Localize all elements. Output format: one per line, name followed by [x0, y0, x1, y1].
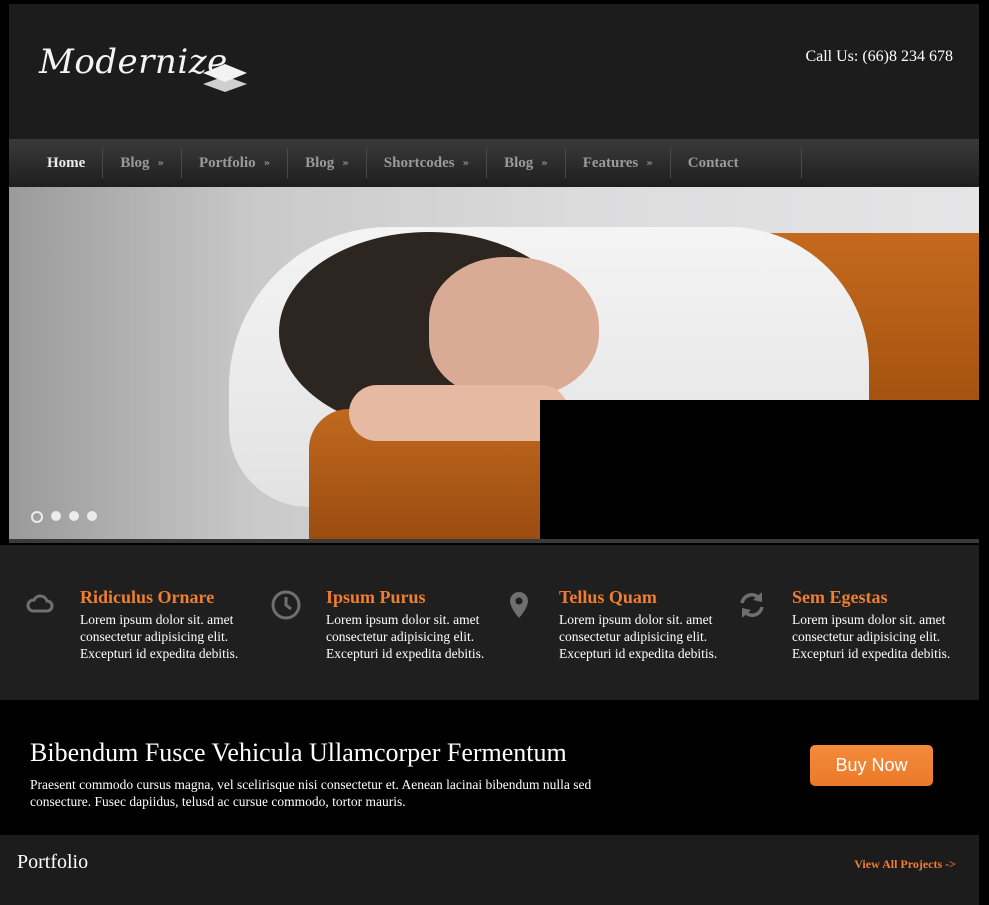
- feature-text: Lorem ipsum dolor sit. amet consectetur …: [326, 612, 485, 661]
- nav-item-blog-3[interactable]: Blog »: [487, 148, 566, 178]
- slider-pagination: [31, 511, 97, 523]
- portfolio-section: Portfolio View All Projects ->: [0, 835, 979, 905]
- nav-item-blog-2[interactable]: Blog »: [288, 148, 367, 178]
- nav-item-shortcodes[interactable]: Shortcodes »: [367, 148, 488, 178]
- feature-title: Sem Egestas: [792, 587, 888, 607]
- logo-text: Modernize: [39, 42, 228, 82]
- site-logo[interactable]: Modernize: [29, 40, 259, 100]
- cloud-icon: [26, 594, 54, 613]
- feature-text: Lorem ipsum dolor sit. amet consectetur …: [792, 612, 951, 661]
- nav-label: Portfolio: [198, 154, 256, 171]
- slider-progress-bar: [9, 539, 979, 543]
- nav-item-home[interactable]: Home: [29, 148, 104, 178]
- nav-label: Contact: [687, 154, 739, 171]
- hero-slider[interactable]: [9, 187, 979, 543]
- slider-dot[interactable]: [87, 511, 97, 521]
- slider-dot[interactable]: [51, 511, 61, 521]
- promo-text: Praesent commodo cursus magna, vel sceli…: [30, 777, 592, 809]
- view-all-projects-link[interactable]: View All Projects ->: [854, 857, 956, 872]
- submenu-arrow-icon: »: [541, 157, 548, 169]
- slider-dot[interactable]: [31, 511, 43, 523]
- portfolio-title: Portfolio: [17, 851, 89, 873]
- nav-item-portfolio[interactable]: Portfolio »: [182, 148, 289, 178]
- feature-title: Ridiculus Ornare: [80, 587, 215, 607]
- nav-label: Shortcodes: [383, 154, 455, 171]
- nav-label: Home: [47, 154, 86, 171]
- nav-item-contact[interactable]: Contact: [671, 148, 802, 178]
- submenu-arrow-icon: »: [157, 157, 164, 169]
- layers-icon: [203, 64, 247, 92]
- call-us-text: Call Us: (66)8 234 678: [805, 48, 953, 65]
- submenu-arrow-icon: »: [263, 157, 271, 169]
- slide-image-arm: [349, 385, 569, 441]
- slider-dot[interactable]: [69, 511, 79, 521]
- refresh-icon: [740, 592, 764, 618]
- buy-now-button[interactable]: Buy Now: [810, 745, 933, 786]
- nav-item-blog[interactable]: Blog »: [103, 148, 182, 178]
- nav-label: Blog: [305, 154, 335, 171]
- slide-caption-box: [540, 400, 979, 543]
- submenu-arrow-icon: »: [646, 157, 653, 169]
- feature-title: Tellus Quam: [559, 587, 657, 607]
- feature-text: Lorem ipsum dolor sit. amet consectetur …: [559, 612, 718, 661]
- feature-title: Ipsum Purus: [326, 587, 426, 607]
- submenu-arrow-icon: »: [462, 157, 470, 169]
- submenu-arrow-icon: »: [342, 157, 349, 169]
- site-header: Modernize Call Us: (66)8 234 678: [9, 4, 979, 139]
- nav-label: Blog: [120, 154, 150, 171]
- nav-label: Features: [582, 154, 639, 171]
- nav-label: Blog: [504, 154, 534, 171]
- nav-item-features[interactable]: Features »: [566, 148, 671, 178]
- map-pin-icon: [510, 592, 528, 618]
- features-section: Ridiculus Ornare Lorem ipsum dolor sit. …: [0, 545, 979, 700]
- slide-image-face: [429, 257, 599, 397]
- feature-text: Lorem ipsum dolor sit. amet consectetur …: [80, 612, 239, 661]
- main-nav: Home Blog» Portfolio» Blog» Shortcodes» …: [9, 139, 979, 187]
- clock-icon: [271, 590, 301, 620]
- promo-section: Bibendum Fusce Vehicula Ullamcorper Ferm…: [0, 700, 979, 835]
- promo-title: Bibendum Fusce Vehicula Ullamcorper Ferm…: [30, 738, 567, 767]
